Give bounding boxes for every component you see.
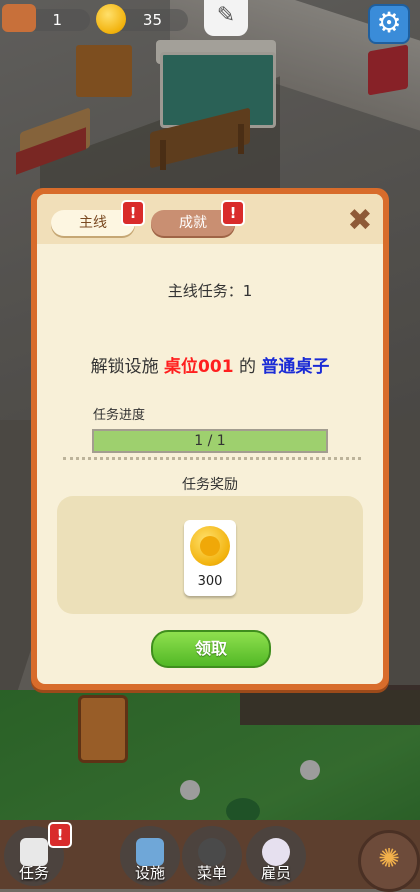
task-number: 主线任务：1: [167, 282, 253, 300]
task-desc-middle: 的: [238, 357, 256, 377]
speech-bubble[interactable]: ✎: [204, 0, 248, 36]
tab-main-quest-label: 主线: [79, 215, 107, 231]
close-icon: ✖: [347, 203, 373, 238]
task-desc-prefix: 解锁设施: [90, 357, 159, 377]
dotted-divider: [63, 457, 361, 460]
claim-button[interactable]: 领取: [151, 630, 271, 668]
gear-icon: ⚙: [376, 6, 402, 39]
treasure-chest-icon: [2, 4, 36, 32]
coin-icon: [96, 4, 126, 34]
tab-achievements[interactable]: 成就 !: [151, 200, 245, 236]
progress-label: 任务进度: [93, 408, 146, 423]
dialog-tab-bar: 主线 ! 成就 ! ✖: [37, 194, 383, 244]
progress-text: 1 / 1: [194, 433, 226, 449]
wheel-icon: ✺: [378, 844, 400, 874]
tab-main-quest[interactable]: 主线 !: [51, 200, 145, 236]
alert-badge: !: [48, 822, 72, 848]
tab-achievements-label: 成就: [179, 215, 207, 231]
alert-badge: !: [121, 200, 145, 226]
task-description: 解锁设施 桌位001 的 普通桌子: [37, 352, 383, 377]
task-desc-item: 普通桌子: [261, 357, 330, 377]
nav-staff-label: 雇员: [260, 864, 291, 882]
task-dialog: 主线 ! 成就 ! ✖ 主线任务：1 解锁设施 桌位001 的 普通桌子 任务进…: [31, 188, 389, 690]
tool-icon: ✎: [216, 3, 236, 28]
settings-button[interactable]: ⚙: [368, 4, 410, 44]
alert-badge: !: [221, 200, 245, 226]
reward-item[interactable]: 300: [184, 520, 236, 596]
coin-face: [200, 536, 220, 556]
progress-bar: 1 / 1: [92, 429, 328, 453]
coin-icon: [190, 526, 230, 566]
chest-count: 1: [52, 11, 62, 29]
nav-tasks-label: 任务: [18, 864, 49, 882]
dialog-body: 主线 ! 成就 ! ✖ 主线任务：1 解锁设施 桌位001 的 普通桌子 任务进…: [37, 194, 383, 684]
reward-amount: 300: [197, 574, 223, 589]
reward-title: 任务奖励: [182, 477, 238, 493]
coin-count: 35: [142, 11, 162, 29]
nav-facilities-label: 设施: [134, 864, 165, 882]
task-desc-target: 桌位001: [164, 357, 234, 377]
nav-menu-label: 菜单: [196, 864, 227, 882]
reward-panel: 300: [57, 496, 363, 614]
wheel-button[interactable]: ✺: [358, 830, 420, 892]
close-button[interactable]: ✖: [345, 206, 375, 236]
